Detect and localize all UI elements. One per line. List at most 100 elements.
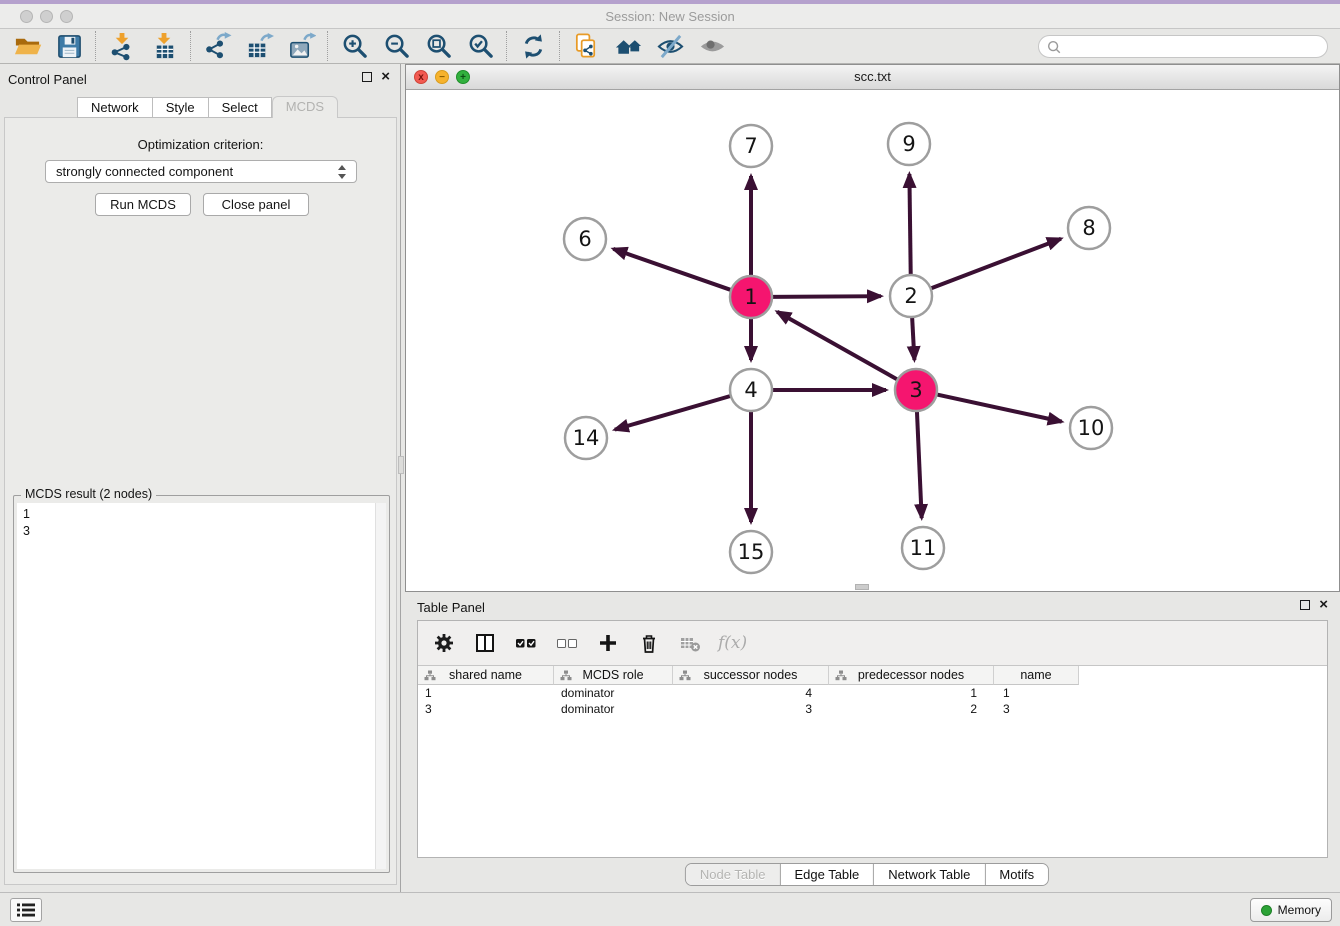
mcds-result-area[interactable]: 1 3 (17, 503, 386, 869)
graph-edge-1-2[interactable] (772, 296, 881, 297)
graph-node-14[interactable]: 14 (565, 417, 607, 459)
export-image-icon[interactable] (280, 30, 322, 62)
panel-splitter-handle[interactable] (398, 456, 404, 474)
close-panel-button[interactable]: Close panel (203, 193, 309, 216)
tab-network[interactable]: Network (77, 97, 153, 118)
graph-node-1[interactable]: 1 (730, 276, 772, 318)
cell-name[interactable]: 1 (994, 685, 1079, 701)
status-bar: Memory (0, 892, 1340, 926)
select-all-columns-icon[interactable] (513, 630, 539, 656)
tab-node-table[interactable]: Node Table (686, 864, 781, 885)
mcds-result-text: 1 3 (17, 503, 386, 542)
cell-predecessor-nodes[interactable]: 1 (829, 685, 994, 701)
graph-node-9[interactable]: 9 (888, 123, 930, 165)
close-panel-icon[interactable]: × (381, 71, 390, 83)
function-builder-icon[interactable]: f(x) (718, 630, 747, 656)
column-settings-icon[interactable] (431, 630, 457, 656)
table-row[interactable]: 3 dominator 3 2 3 (418, 701, 1327, 717)
svg-text:9: 9 (902, 132, 915, 156)
float-panel-icon[interactable] (362, 72, 372, 82)
export-network-icon[interactable] (196, 30, 238, 62)
tab-style[interactable]: Style (153, 97, 209, 118)
cell-shared-name[interactable]: 3 (418, 701, 554, 717)
open-session-icon[interactable] (6, 30, 48, 62)
column-header-mcds-role[interactable]: MCDS role (554, 666, 673, 685)
export-table-icon[interactable] (238, 30, 280, 62)
graph-node-15[interactable]: 15 (730, 531, 772, 573)
network-canvas[interactable]: 7 9 6 8 1 2 4 3 14 10 15 11 (406, 90, 1339, 591)
memory-status-icon (1261, 905, 1272, 916)
tab-network-table[interactable]: Network Table (874, 864, 985, 885)
graph-node-11[interactable]: 11 (902, 527, 944, 569)
graph-edge-3-1[interactable] (777, 312, 898, 380)
duplicate-network-icon[interactable] (565, 30, 607, 62)
zoom-selected-icon[interactable] (459, 30, 501, 62)
column-header-predecessor-nodes[interactable]: predecessor nodes (829, 666, 994, 685)
graph-edge-1-6[interactable] (613, 249, 731, 290)
graph-node-2[interactable]: 2 (890, 275, 932, 317)
graph-edge-3-10[interactable] (937, 394, 1062, 421)
column-header-shared-name[interactable]: shared name (418, 666, 554, 685)
toggle-panes-icon[interactable] (472, 630, 498, 656)
delete-table-icon[interactable] (677, 630, 703, 656)
control-panel: Control Panel × Network Style Select MCD… (0, 64, 401, 892)
task-history-button[interactable] (10, 898, 42, 922)
search-input[interactable] (1062, 37, 1327, 56)
zoom-fit-icon[interactable] (417, 30, 459, 62)
close-table-panel-icon[interactable]: × (1319, 599, 1328, 611)
table-row[interactable]: 1 dominator 4 1 1 (418, 685, 1327, 701)
import-table-icon[interactable] (143, 30, 185, 62)
apply-layout-icon[interactable] (512, 30, 554, 62)
cell-predecessor-nodes[interactable]: 2 (829, 701, 994, 717)
optimization-criterion-dropdown[interactable]: strongly connected component (45, 160, 357, 183)
canvas-resize-handle[interactable] (855, 584, 869, 590)
graph-node-4[interactable]: 4 (730, 369, 772, 411)
result-scrollbar[interactable] (375, 503, 386, 869)
column-header-name[interactable]: name (994, 666, 1079, 685)
memory-button[interactable]: Memory (1250, 898, 1332, 922)
zoom-out-icon[interactable] (375, 30, 417, 62)
graph-node-10[interactable]: 10 (1070, 407, 1112, 449)
node-table[interactable]: shared name MCDS role successor nodes pr… (418, 665, 1327, 857)
delete-columns-icon[interactable] (636, 630, 662, 656)
graph-edge-2-8[interactable] (931, 239, 1061, 289)
deselect-all-columns-icon[interactable] (554, 630, 580, 656)
cell-name[interactable]: 3 (994, 701, 1079, 717)
table-panel: Table Panel × (405, 592, 1340, 892)
cell-mcds-role[interactable]: dominator (554, 685, 673, 701)
float-table-panel-icon[interactable] (1300, 600, 1310, 610)
tab-edge-table[interactable]: Edge Table (780, 864, 874, 885)
svg-text:2: 2 (904, 284, 917, 308)
tab-select[interactable]: Select (209, 97, 272, 118)
first-neighbors-icon[interactable] (607, 30, 649, 62)
cell-mcds-role[interactable]: dominator (554, 701, 673, 717)
network-graph[interactable]: 7 9 6 8 1 2 4 3 14 10 15 11 (406, 90, 1339, 591)
graph-edge-4-14[interactable] (615, 396, 731, 430)
main-toolbar (0, 29, 1340, 64)
cell-shared-name[interactable]: 1 (418, 685, 554, 701)
graph-node-8[interactable]: 8 (1068, 207, 1110, 249)
graph-node-6[interactable]: 6 (564, 218, 606, 260)
cell-successor-nodes[interactable]: 3 (673, 701, 829, 717)
graph-edge-3-11[interactable] (917, 411, 922, 518)
task-list-icon (16, 902, 36, 918)
zoom-in-icon[interactable] (333, 30, 375, 62)
column-header-successor-nodes[interactable]: successor nodes (673, 666, 829, 685)
graph-edge-2-3[interactable] (912, 317, 914, 360)
graph-node-7[interactable]: 7 (730, 125, 772, 167)
save-session-icon[interactable] (48, 30, 90, 62)
graph-node-3[interactable]: 3 (895, 369, 937, 411)
network-window-titlebar[interactable]: x − + scc.txt (406, 65, 1339, 90)
tab-motifs[interactable]: Motifs (985, 864, 1048, 885)
add-column-icon[interactable] (595, 630, 621, 656)
show-all-icon[interactable] (691, 30, 733, 62)
search-field[interactable] (1038, 35, 1328, 58)
run-mcds-button[interactable]: Run MCDS (95, 193, 191, 216)
hide-selected-icon[interactable] (649, 30, 691, 62)
graph-edge-2-9[interactable] (909, 174, 910, 275)
svg-text:14: 14 (573, 426, 600, 450)
control-panel-tabs: Network Style Select MCDS (77, 97, 338, 118)
import-network-icon[interactable] (101, 30, 143, 62)
cell-successor-nodes[interactable]: 4 (673, 685, 829, 701)
tab-mcds[interactable]: MCDS (272, 96, 338, 118)
